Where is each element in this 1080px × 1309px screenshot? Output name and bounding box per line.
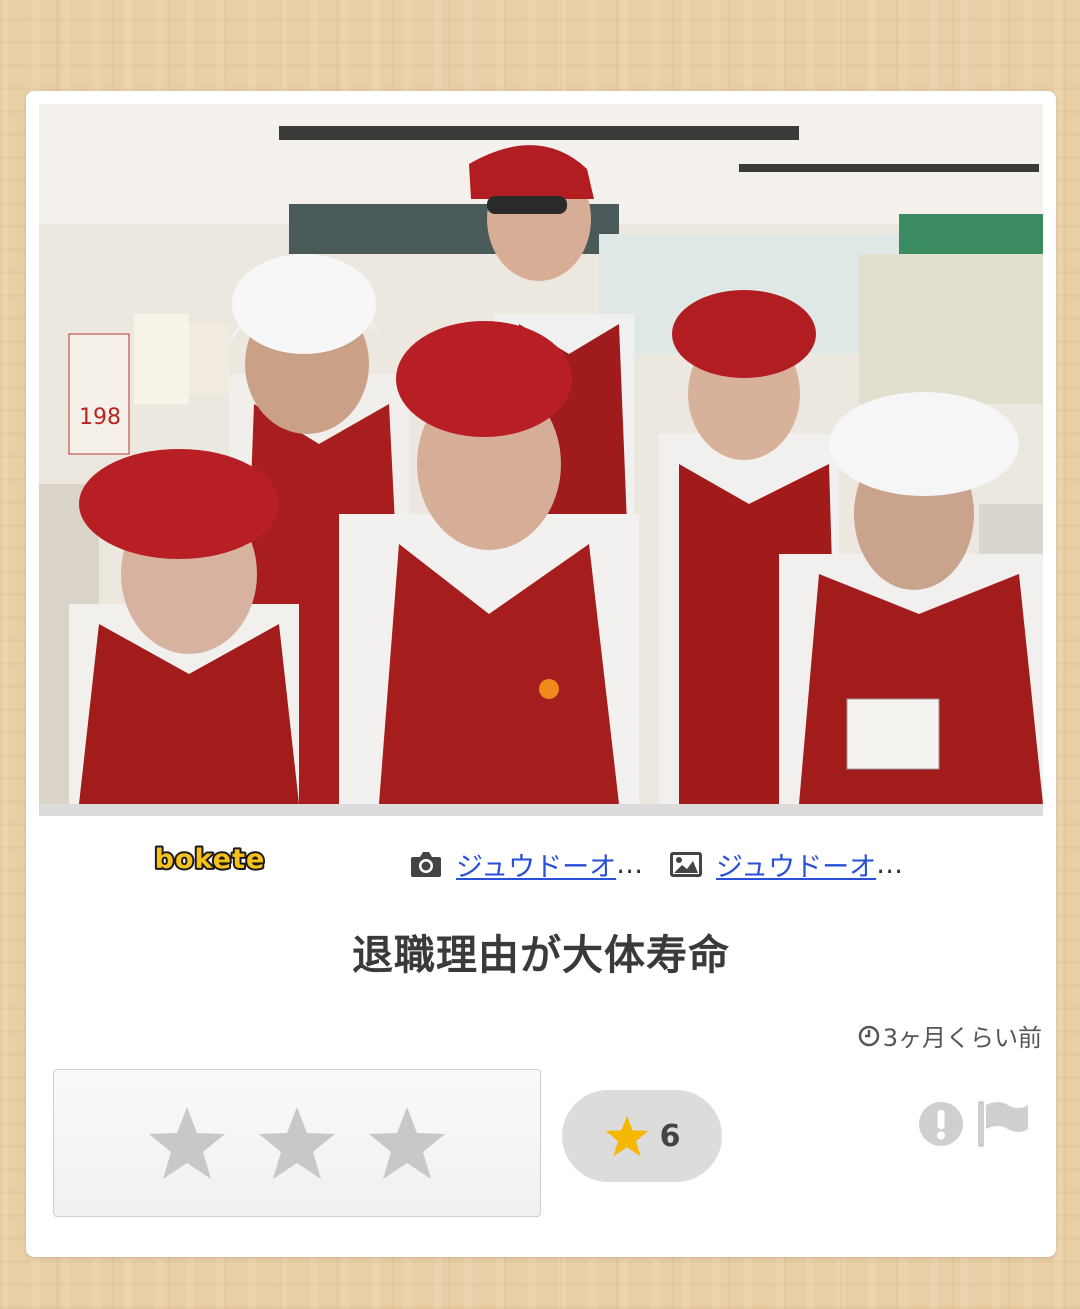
rate-star-3-icon[interactable]: [367, 1104, 447, 1182]
svg-text:bokete: bokete: [155, 844, 266, 875]
boke-card: 198 bokete ジュウドーオ … ジュウドーオ … 退職理由が大体寿命 3…: [26, 91, 1056, 1257]
flag-icon[interactable]: [976, 1099, 1030, 1149]
time-ago-text: 3ヶ月くらい前: [882, 1024, 1042, 1052]
rating-box: [53, 1069, 541, 1217]
bokete-logo[interactable]: bokete: [150, 842, 270, 877]
image-icon: [670, 849, 702, 879]
bokete-logo-image: bokete: [153, 842, 267, 877]
photo-illustration: 198: [39, 104, 1043, 804]
credit-row: bokete ジュウドーオ… ジュウドーオ…: [26, 816, 1056, 896]
camera-icon: [410, 849, 442, 879]
star-count: 6: [659, 1118, 681, 1154]
exclamation-circle-icon[interactable]: [918, 1101, 964, 1147]
star-count-badge[interactable]: 6: [562, 1090, 722, 1182]
image-credit-ellipsis: …: [876, 848, 904, 880]
svg-text:198: 198: [79, 405, 121, 430]
boke-photo[interactable]: 198: [39, 104, 1043, 816]
image-credit-link[interactable]: ジュウドーオ: [716, 845, 876, 884]
rate-star-2-icon[interactable]: [257, 1104, 337, 1182]
star-icon: [605, 1115, 648, 1157]
post-time: 3ヶ月くらい前: [858, 1018, 1042, 1053]
boke-title: 退職理由が大体寿命: [352, 931, 730, 979]
photo-credit-ellipsis: …: [616, 848, 644, 880]
image-credit: ジュウドーオ…: [670, 845, 904, 884]
photo-credit: ジュウドーオ…: [410, 845, 644, 884]
clock-icon: [858, 1025, 879, 1046]
rate-star-1-icon[interactable]: [147, 1104, 227, 1182]
photo-credit-link[interactable]: ジュウドーオ: [456, 845, 616, 884]
